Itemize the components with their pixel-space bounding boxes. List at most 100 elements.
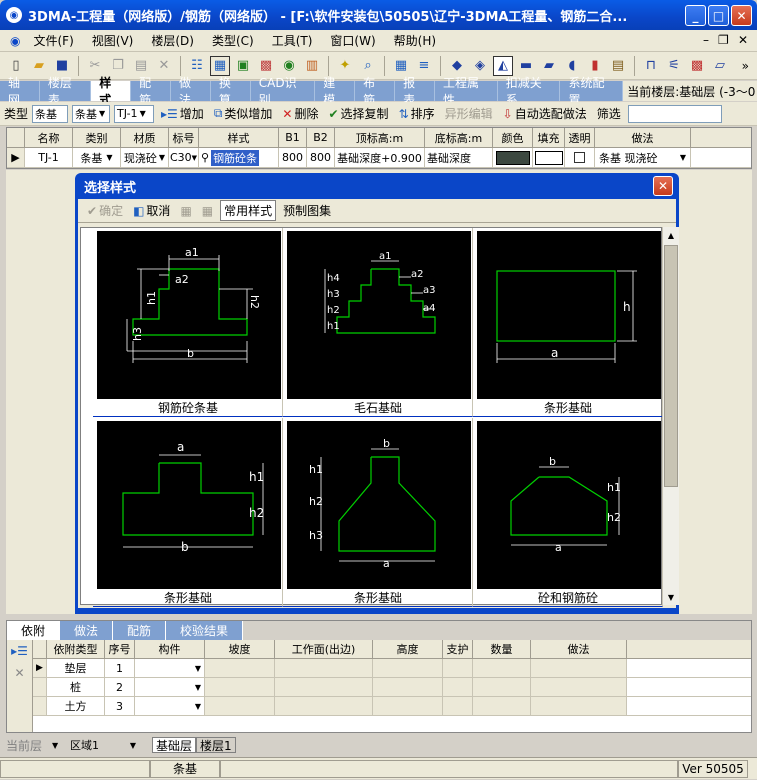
table-row[interactable]: ▶ TJ-1 条基 ▼ 现浇砼 ▼ C30 ▼ ⚲ 钢筋砼条 800 800 基础深度+… [7, 148, 751, 168]
cell-method[interactable]: 条基 现浇砼 ▼ [595, 148, 691, 167]
sort-button[interactable]: ⇅ 排序 [396, 105, 438, 122]
toolbar-more-icon[interactable]: » [742, 59, 749, 73]
eraser-icon[interactable]: ▱ [710, 56, 730, 76]
mdi-minimize-button[interactable]: – [703, 33, 709, 47]
properties-icon[interactable]: ▣ [233, 56, 253, 76]
thumbnail-scrollbar[interactable]: ▲ ▼ [662, 227, 679, 605]
tab-method[interactable]: 做法 [171, 76, 211, 107]
cell-method[interactable] [531, 697, 627, 715]
common-style-button[interactable]: 常用样式 [220, 200, 277, 221]
style-thumb-strip-step[interactable]: a h1 h2 b 条形基础 [93, 418, 283, 607]
add-button[interactable]: ▸☰ 增加 [158, 105, 207, 122]
maximize-button[interactable]: □ [708, 5, 729, 26]
floor-tab-1[interactable]: 楼层1 [196, 737, 236, 753]
stair-icon[interactable]: ▤ [608, 56, 628, 76]
cell-method[interactable] [531, 678, 627, 696]
style-thumb-strip-tapered[interactable]: b h1 h2 h3 a 条形基础 [283, 418, 473, 607]
cell-component[interactable]: ▼ [135, 659, 205, 677]
cell-component[interactable]: ▼ [135, 678, 205, 696]
scroll-up-icon[interactable]: ▲ [663, 227, 679, 243]
grid-icon[interactable]: ▥ [302, 56, 322, 76]
minimize-button[interactable]: _ [685, 5, 706, 26]
mdi-restore-button[interactable]: ❐ [718, 33, 729, 47]
cell-top-elevation[interactable]: 基础深度+0.900 [335, 148, 425, 167]
cell-support[interactable] [443, 697, 473, 715]
cell-quantity[interactable] [473, 659, 531, 677]
beam-icon[interactable]: ◆ [447, 56, 467, 76]
style-thumb-concrete-rc[interactable]: b h1 h2 a 砼和钢筋砼 [473, 418, 663, 607]
export-icon[interactable]: ▦ [199, 203, 216, 219]
slab-icon[interactable]: ◈ [470, 56, 490, 76]
pattern-icon[interactable]: ▩ [687, 56, 707, 76]
cell-material[interactable]: 现浇砼 ▼ [121, 148, 169, 167]
image-icon[interactable]: ▩ [256, 56, 276, 76]
cell-workface[interactable] [275, 678, 373, 696]
filter-input[interactable] [627, 104, 722, 123]
menu-file[interactable]: 文件(F) [24, 32, 82, 49]
select-copy-button[interactable]: ✔ 选择复制 [325, 105, 391, 122]
cell-name[interactable]: TJ-1 [25, 148, 73, 167]
find-icon[interactable]: ⌕ [358, 56, 378, 76]
delete-icon[interactable]: ✕ [154, 56, 174, 76]
cell-b1[interactable]: 800 [279, 148, 307, 167]
tab-method[interactable]: 做法 [60, 621, 114, 640]
style-thumb-rc-strip[interactable]: a1 a2 h1 h2 h3 b 钢筋砼条基 [93, 228, 283, 417]
cell-seq[interactable]: 1 [105, 659, 135, 677]
cell-category[interactable]: 条基 ▼ [73, 148, 121, 167]
open-folder-icon[interactable]: ▰ [29, 56, 49, 76]
auto-method-button[interactable]: ⇩ 自动选配做法 [500, 105, 590, 122]
menu-help[interactable]: 帮助(H) [385, 32, 445, 49]
eye-icon[interactable]: ◉ [279, 56, 299, 76]
cell-fill[interactable] [533, 148, 565, 167]
tab-system-config[interactable]: 系统配置 [560, 76, 624, 107]
tab-rebar[interactable]: 配筋 [131, 76, 171, 107]
ok-button[interactable]: ✔ 确定 [84, 201, 126, 220]
menu-window[interactable]: 窗口(W) [321, 32, 384, 49]
cell-workface[interactable] [275, 697, 373, 715]
cell-workface[interactable] [275, 659, 373, 677]
scroll-down-icon[interactable]: ▼ [663, 589, 679, 605]
menu-type[interactable]: 类型(C) [203, 32, 263, 49]
menu-tools[interactable]: 工具(T) [263, 32, 322, 49]
menu-floor[interactable]: 楼层(D) [142, 32, 203, 49]
code-select[interactable]: TJ-1 ▼ [114, 104, 155, 123]
cell-method[interactable] [531, 659, 627, 677]
region-select[interactable]: 区域1 ▼ [68, 736, 139, 754]
cell-support[interactable] [443, 678, 473, 696]
wall-icon[interactable]: ▬ [516, 56, 536, 76]
rebar-icon[interactable]: ⚟ [664, 56, 684, 76]
dialog-close-button[interactable]: ✕ [653, 176, 673, 196]
cell-style[interactable]: ⚲ 钢筋砼条 [199, 148, 279, 167]
column-icon[interactable]: ▮ [585, 56, 605, 76]
tab-rebar[interactable]: 配筋 [113, 621, 167, 640]
cell-height[interactable] [373, 697, 443, 715]
wand-icon[interactable]: ✦ [335, 56, 355, 76]
cell-quantity[interactable] [473, 678, 531, 696]
cell-seq[interactable]: 3 [105, 697, 135, 715]
tab-check-result[interactable]: 校验结果 [166, 621, 244, 640]
strip-foundation-icon[interactable]: ◭ [493, 55, 513, 76]
cell-attach-type[interactable]: 垫层 [47, 659, 105, 677]
table-row[interactable]: 土方 3 ▼ [33, 697, 751, 716]
mdi-close-button[interactable]: ✕ [738, 33, 748, 47]
cell-b2[interactable]: 800 [307, 148, 335, 167]
style-thumb-rubble[interactable]: a1 a2 a3 a4 h4 h3 h2 h1 毛石基础 [283, 228, 473, 417]
floor-tab-base[interactable]: 基础层 [152, 737, 197, 753]
tab-floor-table[interactable]: 楼层表 [40, 76, 92, 107]
cell-attach-type[interactable]: 桩 [47, 678, 105, 696]
cell-quantity[interactable] [473, 697, 531, 715]
cell-bottom-elevation[interactable]: 基础深度 [425, 148, 493, 167]
tab-axis[interactable]: 轴网 [0, 76, 40, 107]
shape-edit-button[interactable]: 异形编辑 [442, 105, 496, 122]
paste-icon[interactable]: ▤ [131, 56, 151, 76]
import-icon[interactable]: ▦ [177, 203, 194, 219]
doc-icon[interactable]: ◉ [10, 34, 20, 48]
tab-place-rebar[interactable]: 布筋 [355, 76, 396, 107]
tab-convert[interactable]: 换算 [211, 76, 251, 107]
pile-cap-icon[interactable]: ◖ [562, 56, 582, 76]
table-icon[interactable]: ▦ [210, 55, 230, 76]
tab-project-props[interactable]: 工程属性 [435, 76, 498, 107]
cell-transparent-checkbox[interactable] [565, 148, 595, 167]
cell-slope[interactable] [205, 678, 275, 696]
pile-icon[interactable]: ⊓ [641, 56, 661, 76]
